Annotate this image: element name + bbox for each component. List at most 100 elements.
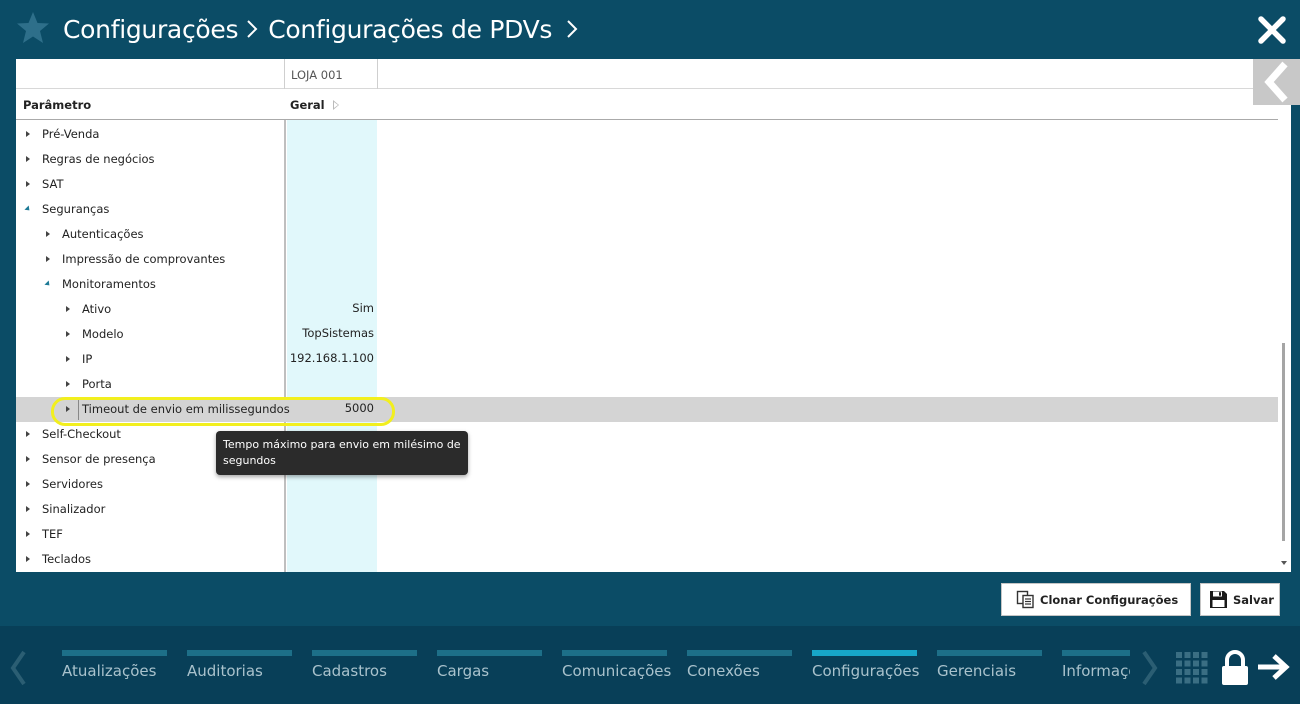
tree-row-value[interactable]: 5000 xyxy=(345,401,374,415)
tab-auditorias[interactable]: Auditorias xyxy=(187,650,292,690)
tree-row-value[interactable]: Sim xyxy=(352,301,374,315)
tree-row-value[interactable]: 192.168.1.100 xyxy=(290,351,374,365)
tab-cadastros[interactable]: Cadastros xyxy=(312,650,417,690)
tab-label: Configurações xyxy=(812,662,920,680)
logout-arrow-icon[interactable] xyxy=(1256,653,1290,681)
tree-row-label: Modelo xyxy=(82,327,124,341)
expanded-arrow-icon[interactable] xyxy=(44,280,52,288)
tree-row[interactable]: Teclados xyxy=(16,547,1278,572)
star-icon[interactable] xyxy=(15,10,51,46)
tree-row-label: Impressão de comprovantes xyxy=(62,252,226,266)
clone-settings-label: Clonar Configurações xyxy=(1040,592,1179,607)
tree-row[interactable]: IP 192.168.1.100 xyxy=(16,347,1278,372)
chevron-right-icon[interactable] xyxy=(566,18,578,40)
collapsed-arrow-icon[interactable] xyxy=(26,181,30,187)
tree-row[interactable]: Ativo Sim xyxy=(16,297,1278,322)
tree-row-label: Teclados xyxy=(42,552,92,566)
tab-comunicacoes[interactable]: Comunicações xyxy=(562,650,671,690)
collapsed-arrow-icon[interactable] xyxy=(26,156,30,162)
tab-indicator xyxy=(687,650,792,656)
tab-indicator xyxy=(437,650,542,656)
clone-icon xyxy=(1016,590,1034,609)
tree-row-label: Self-Checkout xyxy=(42,427,121,441)
tree-row[interactable]: Seguranças xyxy=(16,197,1278,222)
bottom-nav-bar: Atualizações Auditorias Cadastros Cargas Com… xyxy=(0,626,1300,704)
tooltip: Tempo máximo para envio em milésimo de s… xyxy=(216,431,468,475)
tree-row[interactable]: Self-Checkout xyxy=(16,422,1278,447)
side-collapse-button[interactable] xyxy=(1253,59,1300,105)
nav-prev-icon[interactable] xyxy=(8,650,28,686)
tree-row-selected[interactable]: Timeout de envio em milissegundos 5000 xyxy=(16,397,1278,422)
tab-label: Cargas xyxy=(437,662,490,680)
tab-indicator xyxy=(812,650,917,656)
tree-row-label: Seguranças xyxy=(42,202,110,216)
collapsed-arrow-icon[interactable] xyxy=(46,231,50,237)
tree-row-label: Autenticações xyxy=(62,227,144,241)
collapsed-arrow-icon[interactable] xyxy=(66,381,70,387)
breadcrumb-item-pdvs[interactable]: Configurações de PDVs xyxy=(268,15,552,44)
collapsed-arrow-icon[interactable] xyxy=(26,556,30,562)
tree-row-label: IP xyxy=(82,352,93,366)
expanded-arrow-icon[interactable] xyxy=(24,205,32,213)
nav-next-icon[interactable] xyxy=(1140,650,1160,686)
tab-informacoes[interactable]: Informações xyxy=(1062,650,1130,690)
collapsed-arrow-icon[interactable] xyxy=(26,481,30,487)
group-column-header[interactable]: Geral xyxy=(290,98,339,112)
collapsed-arrow-icon[interactable] xyxy=(66,306,70,312)
close-icon[interactable] xyxy=(1256,14,1288,46)
tree-row-label: Sensor de presença xyxy=(42,452,156,466)
chevron-left-icon xyxy=(1264,61,1288,103)
tree-row[interactable]: SAT xyxy=(16,172,1278,197)
tree-rows: Pré-Venda Regras de negócios SAT Seguranças… xyxy=(16,122,1278,572)
tree-row-label: Ativo xyxy=(82,302,112,316)
store-column-header[interactable]: LOJA 001 xyxy=(284,59,378,89)
tab-atualizacoes[interactable]: Atualizações xyxy=(62,650,167,690)
save-button[interactable]: Salvar xyxy=(1200,583,1280,616)
clone-settings-button[interactable]: Clonar Configurações xyxy=(1001,583,1191,616)
tree-row[interactable]: Impressão de comprovantes xyxy=(16,247,1278,272)
tree-row[interactable]: Sensor de presença xyxy=(16,447,1278,472)
tree-row[interactable]: Monitoramentos xyxy=(16,272,1278,297)
collapsed-arrow-icon[interactable] xyxy=(66,331,70,337)
header-bar: Configurações Configurações de PDVs xyxy=(0,0,1300,58)
tree-row[interactable]: TEF xyxy=(16,522,1278,547)
group-header-label: Geral xyxy=(290,98,325,112)
collapsed-arrow-icon[interactable] xyxy=(66,406,70,412)
tree-row-label: SAT xyxy=(42,177,64,191)
tab-gerenciais[interactable]: Gerenciais xyxy=(937,650,1042,690)
scroll-down-arrow-icon[interactable] xyxy=(1281,561,1287,565)
tree-row[interactable]: Servidores xyxy=(16,472,1278,497)
tab-label: Gerenciais xyxy=(937,662,1017,680)
tree-row-label: Monitoramentos xyxy=(62,277,156,291)
expand-triangle-icon[interactable] xyxy=(332,100,339,110)
breadcrumb-item-configuracoes[interactable]: Configurações xyxy=(63,15,239,44)
collapsed-arrow-icon[interactable] xyxy=(26,431,30,437)
collapsed-arrow-icon[interactable] xyxy=(46,256,50,262)
tab-cargas[interactable]: Cargas xyxy=(437,650,542,690)
collapsed-arrow-icon[interactable] xyxy=(66,356,70,362)
collapsed-arrow-icon[interactable] xyxy=(26,506,30,512)
tree-row[interactable]: Porta xyxy=(16,372,1278,397)
tab-indicator xyxy=(312,650,417,656)
collapsed-arrow-icon[interactable] xyxy=(26,456,30,462)
tree-row[interactable]: Sinalizador xyxy=(16,497,1278,522)
tab-conexoes[interactable]: Conexões xyxy=(687,650,792,690)
tree-row-value[interactable]: TopSistemas xyxy=(302,326,374,340)
tree-row-label: Porta xyxy=(82,377,112,391)
vertical-scrollbar[interactable] xyxy=(1278,89,1291,572)
apps-grid-icon[interactable] xyxy=(1176,652,1208,684)
tree-row[interactable]: Pré-Venda xyxy=(16,122,1278,147)
tree-row-label: Timeout de envio em milissegundos xyxy=(82,402,290,416)
scrollbar-thumb[interactable] xyxy=(1282,343,1285,541)
column-header-row: Parâmetro Geral xyxy=(16,89,1278,120)
tree-row-label: Servidores xyxy=(42,477,103,491)
tree-row[interactable]: Modelo TopSistemas xyxy=(16,322,1278,347)
collapsed-arrow-icon[interactable] xyxy=(26,531,30,537)
tree-row[interactable]: Regras de negócios xyxy=(16,147,1278,172)
param-column-header[interactable]: Parâmetro xyxy=(23,98,91,112)
collapsed-arrow-icon[interactable] xyxy=(26,131,30,137)
tree-row[interactable]: Autenticações xyxy=(16,222,1278,247)
chevron-right-icon xyxy=(247,20,258,38)
tab-configuracoes[interactable]: Configurações xyxy=(812,650,920,690)
lock-icon[interactable] xyxy=(1220,650,1250,686)
